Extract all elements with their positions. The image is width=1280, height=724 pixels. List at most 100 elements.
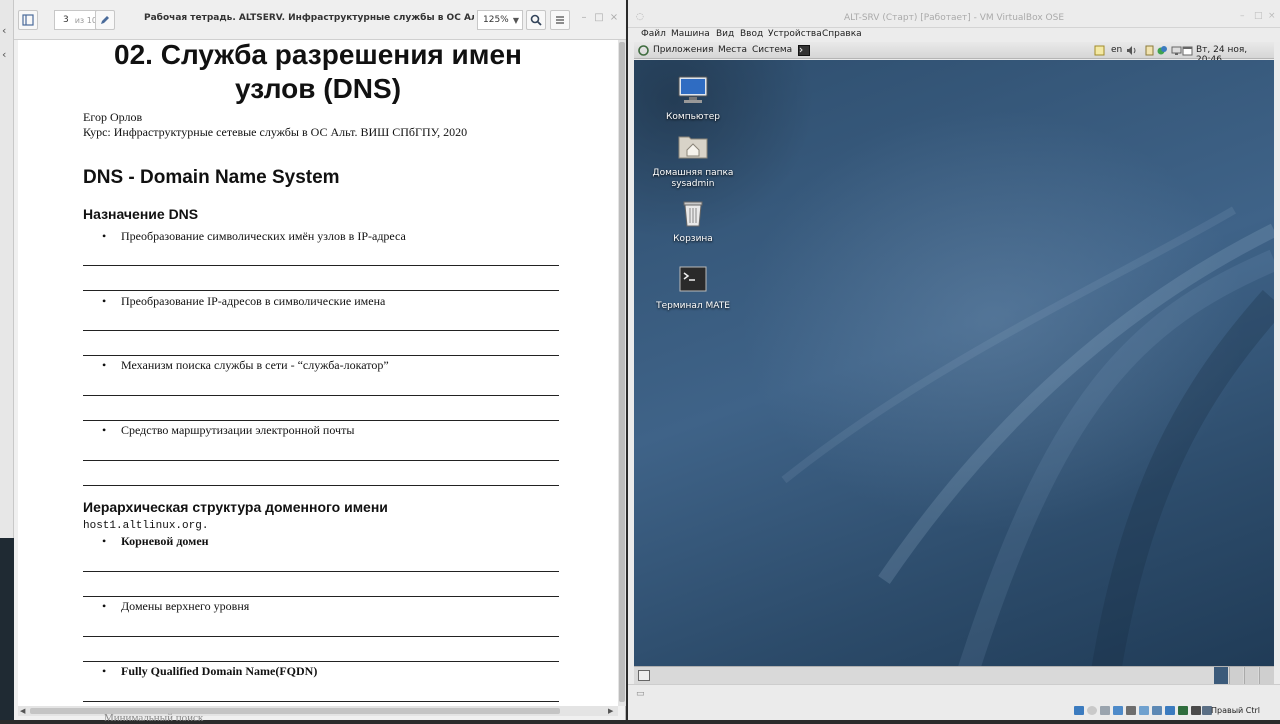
- clipboard-icon[interactable]: [1144, 45, 1155, 56]
- desktop-icon-home[interactable]: Домашняя папка sysadmin: [645, 130, 741, 190]
- home-folder-icon: [678, 136, 708, 159]
- answer-line: [83, 355, 559, 356]
- zoom-select[interactable]: 125% ▼: [477, 10, 523, 30]
- desktop-icon-terminal[interactable]: Терминал MATE: [645, 263, 741, 312]
- list-item-text: Преобразование символических имён узлов …: [121, 229, 406, 243]
- computer-icon: [678, 76, 708, 103]
- example-fqdn: host1.altlinux.org.: [83, 520, 209, 532]
- pdf-toolbar: 3 из 10 Рабочая тетрадь. ALTSERV. Инфрас…: [14, 0, 626, 40]
- maximize-icon[interactable]: □: [1254, 11, 1263, 21]
- desktop-icon-trash[interactable]: Корзина: [645, 196, 741, 245]
- hdd-icon[interactable]: [1074, 706, 1084, 715]
- pencil-icon: [101, 16, 109, 24]
- section-heading: DNS - Domain Name System: [83, 167, 340, 188]
- pdf-viewer-window: 3 из 10 Рабочая тетрадь. ALTSERV. Инфрас…: [14, 0, 626, 724]
- chevron-left-icon[interactable]: ‹: [2, 24, 6, 37]
- maximize-icon[interactable]: □: [593, 12, 605, 24]
- usb-icon[interactable]: [1126, 706, 1136, 715]
- desktop-icon-label: Домашняя папка sysadmin: [652, 168, 734, 189]
- answer-line: [83, 420, 559, 421]
- left-edge-strip: ‹ ‹: [0, 0, 14, 720]
- annotate-button[interactable]: [95, 10, 115, 30]
- calendar-icon[interactable]: [1182, 45, 1193, 56]
- workspace-3[interactable]: [1244, 667, 1258, 684]
- menu-help[interactable]: Справка: [822, 29, 862, 39]
- answer-line: [83, 265, 559, 266]
- menu-view[interactable]: Вид: [716, 29, 734, 39]
- background-window-edge: [0, 538, 14, 720]
- zoom-value: 125%: [483, 15, 509, 25]
- answer-line: [83, 395, 559, 396]
- vt-x-icon[interactable]: [1178, 706, 1188, 715]
- display-icon[interactable]: [1171, 45, 1182, 56]
- distro-logo-icon[interactable]: [638, 45, 649, 56]
- minimize-icon[interactable]: –: [578, 12, 590, 24]
- vbox-statusbar: ▭ Правый Ctrl: [628, 684, 1280, 720]
- virtualbox-window: ◌ ALT-SRV (Старт) [Работает] - VM Virtua…: [628, 0, 1280, 720]
- guest-screen[interactable]: Приложения Места Система en Вт, 24 ноя, …: [634, 42, 1274, 684]
- list-item-text: Fully Qualified Domain Name(FQDN): [121, 664, 318, 678]
- menu-input[interactable]: Ввод: [740, 29, 763, 39]
- panel-menu-applications[interactable]: Приложения: [653, 45, 713, 55]
- workspace-2[interactable]: [1229, 667, 1243, 684]
- audio-icon[interactable]: [1100, 706, 1110, 715]
- terminal-launcher-icon[interactable]: [798, 45, 810, 56]
- menu-button[interactable]: [550, 10, 570, 30]
- bullet-icon: •: [102, 229, 107, 243]
- recording-icon[interactable]: [1165, 706, 1175, 715]
- scroll-right-icon[interactable]: ▶: [608, 706, 613, 716]
- menu-file[interactable]: Файл: [641, 29, 666, 39]
- panel-menu-places[interactable]: Места: [718, 45, 747, 55]
- sidebar-icon: [22, 14, 34, 26]
- keyboard-layout[interactable]: en: [1111, 45, 1122, 55]
- desktop-icon-label: Терминал MATE: [656, 301, 730, 311]
- vertical-scrollbar[interactable]: [618, 40, 626, 706]
- page-current[interactable]: 3: [63, 15, 69, 25]
- workspace-4[interactable]: [1259, 667, 1274, 684]
- workspace-1[interactable]: [1214, 667, 1228, 684]
- desktop-icon-label: Корзина: [673, 234, 713, 244]
- mate-bottom-panel: [634, 666, 1274, 684]
- chevron-left-icon[interactable]: ‹: [2, 48, 6, 61]
- network-adapter-icon[interactable]: [1113, 706, 1123, 715]
- answer-line: [83, 485, 559, 486]
- list-item-text: Средство маршрутизации электронной почты: [121, 423, 355, 437]
- author: Егор Орлов: [83, 110, 143, 124]
- volume-icon[interactable]: [1126, 45, 1137, 56]
- menu-machine[interactable]: Машина: [671, 29, 710, 39]
- terminal-icon: [679, 266, 707, 292]
- display-status-icon[interactable]: [1152, 706, 1162, 715]
- mate-desktop[interactable]: Компьютер Домашняя папка sysadmin Корзин…: [634, 60, 1274, 684]
- sidebar-toggle-button[interactable]: [18, 10, 38, 30]
- answer-line: [83, 636, 559, 637]
- show-desktop-icon[interactable]: [638, 670, 650, 681]
- close-icon[interactable]: ×: [608, 12, 620, 24]
- panel-menu-system[interactable]: Система: [752, 45, 792, 55]
- close-icon[interactable]: ×: [1268, 11, 1276, 21]
- search-button[interactable]: [526, 10, 546, 30]
- document-title: Рабочая тетрадь. ALTSERV. Инфраструктурн…: [144, 13, 474, 23]
- network-icon[interactable]: [1157, 45, 1168, 56]
- desktop-icon-label: Компьютер: [666, 112, 720, 122]
- notes-icon[interactable]: [1094, 45, 1105, 56]
- course-info: Курс: Инфраструктурные сетевые службы в …: [83, 125, 468, 139]
- hamburger-icon: [556, 16, 564, 24]
- scroll-left-icon[interactable]: ◀: [20, 706, 25, 716]
- cutoff-text: Минимальный поиск: [104, 712, 204, 724]
- page-title-line2: узлов (DNS): [234, 73, 402, 104]
- mouse-integration-icon[interactable]: [1191, 706, 1201, 715]
- desktop-icon-computer[interactable]: Компьютер: [645, 74, 741, 123]
- bullet-icon: •: [102, 664, 107, 678]
- bullet-icon: •: [102, 423, 107, 437]
- scroll-thumb[interactable]: [619, 42, 625, 702]
- subsection-purpose: Назначение DNS: [83, 206, 199, 222]
- menu-devices[interactable]: Устройства: [768, 29, 822, 39]
- vbox-window-title: ALT-SRV (Старт) [Работает] - VM VirtualB…: [843, 13, 1065, 23]
- list-item-text: Механизм поиска службы в сети - “служба-…: [121, 358, 389, 372]
- minimize-icon[interactable]: –: [1240, 11, 1245, 21]
- trash-icon: [683, 201, 703, 227]
- shared-folders-icon[interactable]: [1139, 706, 1149, 715]
- bullet-icon: •: [102, 358, 107, 372]
- optical-drive-icon[interactable]: [1087, 706, 1097, 715]
- bullet-icon: •: [102, 294, 107, 308]
